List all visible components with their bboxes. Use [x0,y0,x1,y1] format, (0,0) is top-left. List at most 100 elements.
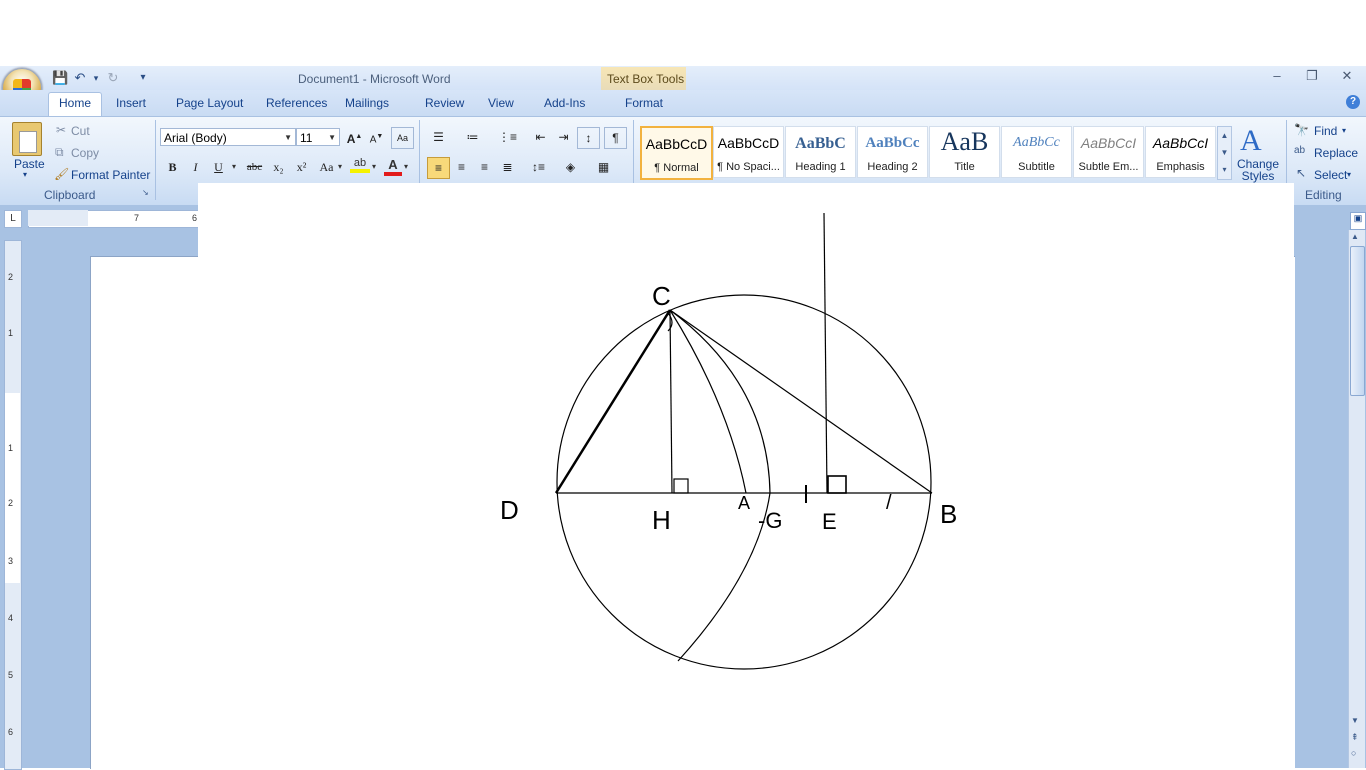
tab-format[interactable]: Format [625,96,663,110]
right-angle-e [827,475,847,494]
previous-page-icon[interactable]: ⇞ [1351,732,1359,743]
select-button[interactable]: Select [1314,168,1347,182]
line-spacing-icon[interactable]: ↕≡ [528,157,549,177]
chevron-down-icon[interactable]: ▾ [404,162,408,171]
label-b: B [940,499,957,529]
shrink-font-button[interactable]: A▼ [366,127,387,147]
increase-indent-icon[interactable]: ⇥ [553,127,574,147]
window-title: Document1 - Microsoft Word [298,72,451,86]
align-right-icon[interactable]: ≡ [474,157,495,177]
chevron-down-icon[interactable]: ▾ [1347,170,1351,179]
paste-icon[interactable] [12,122,42,156]
redo-icon[interactable]: ↻ [105,70,121,86]
scrollbar-thumb[interactable] [1350,246,1365,396]
select-cursor-icon: ↖ [1296,166,1307,180]
numbering-icon[interactable]: ≔ [462,127,483,147]
tab-mailings[interactable]: Mailings [345,96,389,110]
tab-selector-icon[interactable]: L [4,210,22,228]
clear-formatting-icon[interactable]: Aa [391,127,414,149]
change-styles-button[interactable]: Change Styles [1236,158,1280,182]
chevron-down-icon[interactable]: ▾ [1342,126,1346,135]
undo-icon[interactable]: ↶ [72,70,88,86]
customize-qat-icon[interactable]: ▾ [135,70,151,86]
shading-icon[interactable]: ◈ [560,157,581,177]
label-e: E [822,509,837,534]
copy-button[interactable]: Copy [71,146,99,160]
altitude-ch [669,309,673,494]
cut-button[interactable]: Cut [71,124,90,138]
style-title[interactable]: AaB Title [929,126,1000,178]
scroll-up-icon[interactable]: ▲ [1351,232,1359,241]
bullets-icon[interactable]: ☰ [428,127,449,147]
tab-review[interactable]: Review [425,96,464,110]
show-marks-icon[interactable]: ¶ [604,127,627,149]
font-name-combo[interactable]: Arial (Body) ▼ [160,128,296,146]
tab-add-ins[interactable]: Add-Ins [544,96,585,110]
tab-home[interactable]: Home [59,96,91,110]
undo-dropdown-icon[interactable]: ▾ [88,70,104,86]
font-size-value: 11 [300,131,313,145]
tab-view[interactable]: View [488,96,514,110]
style-heading-2[interactable]: AaBbCc Heading 2 [857,126,928,178]
style-subtle-emphasis[interactable]: AaBbCcI Subtle Em... [1073,126,1144,178]
chevron-down-icon[interactable]: ▾ [338,162,342,171]
style-heading-1[interactable]: AaBbC Heading 1 [785,126,856,178]
dialog-launcher-icon[interactable]: ↘ [142,188,149,197]
grow-font-button[interactable]: A▲ [344,127,365,147]
multilevel-list-icon[interactable]: ⋮≡ [497,127,518,147]
align-left-icon[interactable]: ≡ [427,157,450,179]
align-center-icon[interactable]: ≡ [451,157,472,177]
style-name: Emphasis [1156,161,1205,173]
sort-icon[interactable]: ↕ [577,127,600,149]
highlight-button[interactable]: ab [350,157,370,175]
format-painter-button[interactable]: Format Painter [71,168,150,182]
editing-group-label: Editing [1305,188,1342,202]
strikethrough-button[interactable]: abc [244,157,265,177]
subscript-button[interactable]: x₂ [268,157,289,177]
justify-icon[interactable]: ≣ [497,157,518,177]
replace-button[interactable]: Replace [1314,146,1358,160]
style-sample: AaBbCc [865,135,920,151]
italic-button[interactable]: I [185,157,206,177]
borders-icon[interactable]: ▦ [593,157,614,177]
style-name: Heading 2 [867,161,918,173]
copy-icon: ⧉ [55,145,64,159]
font-size-combo[interactable]: 11 ▼ [296,128,340,146]
tab-references[interactable]: References [266,96,327,110]
decrease-indent-icon[interactable]: ⇤ [530,127,551,147]
bold-button[interactable]: B [162,157,183,177]
style-emphasis[interactable]: AaBbCcI Emphasis [1145,126,1216,178]
highlighter-icon: ab [353,157,367,169]
save-icon[interactable]: 💾 [52,70,68,86]
view-ruler-icon[interactable]: ▣ [1350,212,1366,230]
select-browse-object-icon[interactable]: ○ [1351,748,1356,758]
underline-button[interactable]: U [208,157,229,177]
tab-page-layout[interactable]: Page Layout [176,96,243,110]
superscript-button[interactable]: x² [291,157,312,177]
style-subtitle[interactable]: AaBbCc Subtitle [1001,126,1072,178]
style-name: Title [954,161,975,173]
chevron-down-icon: ▼ [284,133,292,142]
restore-button[interactable]: ❐ [1297,68,1327,86]
style-name: ¶ No Spaci... [717,161,780,173]
segment-ca [669,309,747,494]
chevron-down-icon[interactable]: ▾ [372,162,376,171]
style-normal[interactable]: AaBbCcD ¶ Normal [640,126,713,180]
chevron-down-icon[interactable]: ▾ [232,162,236,171]
contextual-tab-group-label: Text Box Tools [607,72,685,86]
font-color-button[interactable]: A [384,157,402,176]
help-icon[interactable]: ? [1346,95,1360,109]
styles-gallery-scroll[interactable]: ▲ ▼ ▾ [1217,126,1232,180]
paste-dropdown-icon[interactable]: ▾ [23,170,27,179]
style-sample: AaBbCcI [1152,135,1209,151]
find-button[interactable]: Find [1314,124,1337,138]
close-button[interactable]: ✕ [1332,68,1362,86]
tab-insert[interactable]: Insert [116,96,146,110]
change-case-button[interactable]: Aa [316,157,337,177]
binoculars-icon: 🔭 [1294,123,1309,137]
text-box-canvas[interactable]: C D H A -G E / B [198,183,1294,768]
scroll-down-icon[interactable]: ▼ [1351,716,1359,725]
style-no-spacing[interactable]: AaBbCcD ¶ No Spaci... [713,126,784,178]
paste-button[interactable]: Paste [14,157,45,171]
minimize-button[interactable]: – [1262,68,1292,86]
